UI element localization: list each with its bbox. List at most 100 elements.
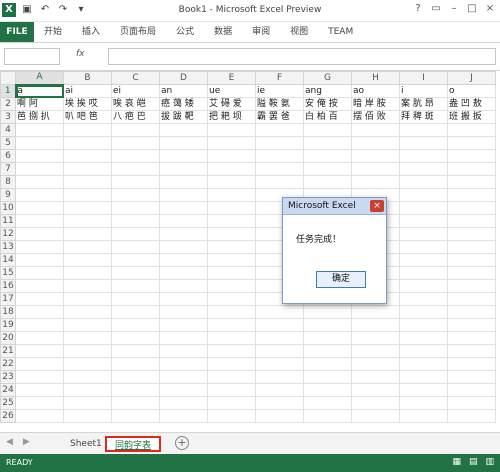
cell[interactable] xyxy=(351,149,400,163)
close-icon[interactable]: × xyxy=(484,3,496,14)
cell[interactable] xyxy=(159,409,208,423)
cell[interactable] xyxy=(303,318,352,332)
cell[interactable] xyxy=(447,266,496,280)
cell[interactable] xyxy=(207,162,256,176)
row-header[interactable]: 12 xyxy=(0,227,16,241)
maximize-icon[interactable]: □ xyxy=(466,3,478,14)
cell[interactable] xyxy=(111,253,160,267)
row-header[interactable]: 19 xyxy=(0,318,16,332)
cell[interactable]: 霸 罢 爸 xyxy=(255,110,304,124)
cell[interactable] xyxy=(255,305,304,319)
cell[interactable] xyxy=(255,396,304,410)
tab-data[interactable]: 数据 xyxy=(204,22,242,42)
row-header[interactable]: 13 xyxy=(0,240,16,254)
cell[interactable]: ie xyxy=(255,84,304,98)
cell[interactable]: 艾 碍 爱 xyxy=(207,97,256,111)
row-header[interactable]: 21 xyxy=(0,344,16,358)
cell[interactable] xyxy=(111,123,160,137)
cell[interactable] xyxy=(351,409,400,423)
cell[interactable] xyxy=(447,201,496,215)
cell[interactable] xyxy=(15,409,64,423)
cell[interactable] xyxy=(399,292,448,306)
cell[interactable]: o xyxy=(447,84,496,98)
cell[interactable]: ai xyxy=(63,84,112,98)
tab-home[interactable]: 开始 xyxy=(34,22,72,42)
column-header[interactable]: A xyxy=(15,71,64,86)
normal-view-icon[interactable]: ▦ xyxy=(452,457,461,467)
cell[interactable] xyxy=(63,383,112,397)
cell[interactable] xyxy=(447,357,496,371)
cell[interactable] xyxy=(159,188,208,202)
cell[interactable] xyxy=(111,292,160,306)
cell[interactable] xyxy=(351,162,400,176)
ribbon-display-icon[interactable]: ▭ xyxy=(430,3,442,14)
cell[interactable] xyxy=(159,266,208,280)
cell[interactable] xyxy=(351,344,400,358)
cell[interactable] xyxy=(447,331,496,345)
cell[interactable] xyxy=(15,162,64,176)
cell[interactable] xyxy=(63,370,112,384)
row-header[interactable]: 5 xyxy=(0,136,16,150)
cell[interactable] xyxy=(111,370,160,384)
cell[interactable] xyxy=(207,331,256,345)
cell[interactable] xyxy=(303,162,352,176)
row-header[interactable]: 15 xyxy=(0,266,16,280)
cell[interactable] xyxy=(63,292,112,306)
cell[interactable]: 暗 岸 胺 xyxy=(351,97,400,111)
cell[interactable] xyxy=(207,123,256,137)
cell[interactable] xyxy=(303,409,352,423)
cell[interactable] xyxy=(255,136,304,150)
name-box[interactable] xyxy=(4,48,60,65)
cell[interactable] xyxy=(303,383,352,397)
cell[interactable] xyxy=(63,188,112,202)
cell[interactable] xyxy=(255,149,304,163)
cell[interactable]: 隘 鞍 氨 xyxy=(255,97,304,111)
row-header[interactable]: 1 xyxy=(0,84,17,98)
cell[interactable]: 安 俺 按 xyxy=(303,97,352,111)
cell[interactable] xyxy=(447,175,496,189)
cell[interactable] xyxy=(15,201,64,215)
cell[interactable] xyxy=(447,214,496,228)
column-header[interactable]: E xyxy=(207,71,256,85)
cell[interactable] xyxy=(351,396,400,410)
cell[interactable] xyxy=(351,123,400,137)
cell[interactable] xyxy=(111,396,160,410)
cell[interactable] xyxy=(399,357,448,371)
cell[interactable] xyxy=(399,162,448,176)
cell[interactable]: 芭 捌 扒 xyxy=(15,110,64,124)
cell[interactable] xyxy=(111,175,160,189)
help-icon[interactable]: ? xyxy=(412,3,424,14)
cell[interactable] xyxy=(15,175,64,189)
cell[interactable] xyxy=(399,409,448,423)
cell[interactable] xyxy=(207,188,256,202)
cell[interactable] xyxy=(159,149,208,163)
row-header[interactable]: 6 xyxy=(0,149,16,163)
cell[interactable] xyxy=(207,409,256,423)
cell[interactable] xyxy=(15,214,64,228)
row-header[interactable]: 20 xyxy=(0,331,16,345)
cell[interactable]: 班 搬 扳 xyxy=(447,110,496,124)
row-header[interactable]: 8 xyxy=(0,175,16,189)
row-header[interactable]: 18 xyxy=(0,305,16,319)
cell[interactable] xyxy=(303,123,352,137)
cell[interactable] xyxy=(15,396,64,410)
cell[interactable] xyxy=(399,149,448,163)
cell[interactable] xyxy=(255,162,304,176)
cell[interactable] xyxy=(207,305,256,319)
cell[interactable] xyxy=(63,162,112,176)
cell[interactable] xyxy=(63,149,112,163)
tab-insert[interactable]: 插入 xyxy=(72,22,110,42)
cell[interactable] xyxy=(351,175,400,189)
cell[interactable] xyxy=(399,396,448,410)
cell[interactable] xyxy=(111,188,160,202)
cell[interactable] xyxy=(15,266,64,280)
cell[interactable] xyxy=(111,227,160,241)
cell[interactable]: 拜 稗 斑 xyxy=(399,110,448,124)
cell[interactable] xyxy=(159,279,208,293)
cell[interactable]: 把 耙 坝 xyxy=(207,110,256,124)
cell[interactable] xyxy=(111,409,160,423)
cell[interactable]: 案 肮 昂 xyxy=(399,97,448,111)
cell[interactable]: ang xyxy=(303,84,352,98)
cell[interactable] xyxy=(15,240,64,254)
cell[interactable] xyxy=(447,162,496,176)
